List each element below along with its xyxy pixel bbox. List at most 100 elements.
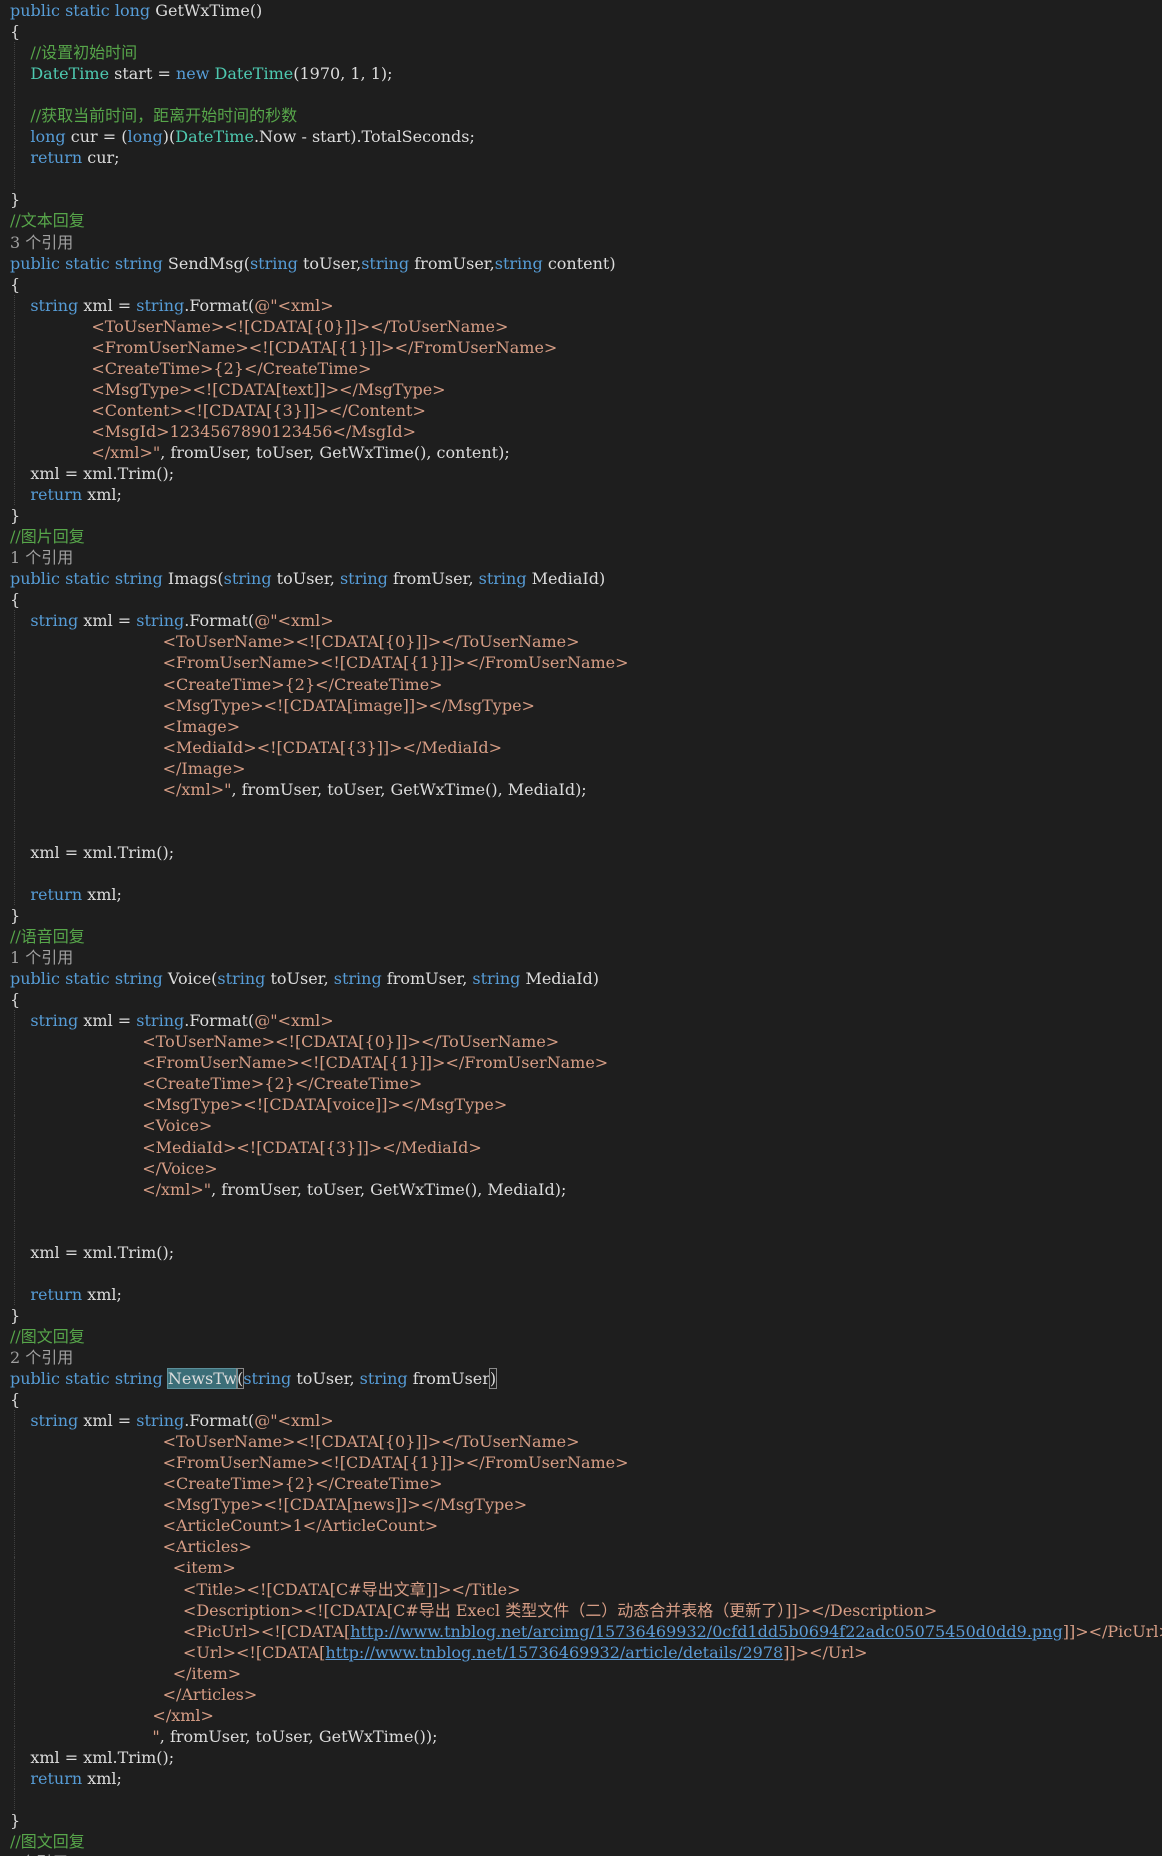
code-line[interactable]: xml = xml.Trim(); <box>0 1241 1162 1263</box>
code-line[interactable]: <Url><![CDATA[http://www.tnblog.net/1573… <box>0 1641 1162 1663</box>
code-line[interactable]: 1 个引用 <box>0 547 1162 568</box>
code-line[interactable]: return cur; <box>0 147 1162 169</box>
code-line[interactable]: <PicUrl><![CDATA[http://www.tnblog.net/a… <box>0 1620 1162 1642</box>
url-link[interactable]: http://www.tnblog.net/arcimg/15736469932… <box>350 1622 1062 1641</box>
code-line[interactable]: <Content><![CDATA[{3}]]></Content> <box>0 399 1162 421</box>
code-line[interactable]: string xml = string.Format(@"<xml> <box>0 1010 1162 1032</box>
code-line[interactable]: <CreateTime>{2}</CreateTime> <box>0 357 1162 379</box>
code-line[interactable]: } <box>0 189 1162 210</box>
code-line[interactable]: //图文回复 <box>0 1326 1162 1347</box>
code-line[interactable]: <FromUserName><![CDATA[{1}]]></FromUserN… <box>0 1052 1162 1074</box>
code-line[interactable]: //获取当前时间，距离开始时间的秒数 <box>0 105 1162 127</box>
code-line[interactable]: </Voice> <box>0 1157 1162 1179</box>
code-line[interactable]: } <box>0 905 1162 926</box>
code-line[interactable]: </xml>", fromUser, toUser, GetWxTime(), … <box>0 778 1162 800</box>
code-line[interactable]: </Image> <box>0 757 1162 779</box>
code-line[interactable] <box>0 1199 1162 1221</box>
code-line[interactable]: <ToUserName><![CDATA[{0}]]></ToUserName> <box>0 1031 1162 1053</box>
code-line[interactable]: //图片回复 <box>0 526 1162 547</box>
code-line[interactable] <box>0 84 1162 106</box>
code-line[interactable]: <MsgType><![CDATA[news]]></MsgType> <box>0 1494 1162 1516</box>
indent-guide <box>14 484 15 506</box>
code-line[interactable]: <CreateTime>{2}</CreateTime> <box>0 673 1162 695</box>
code-line[interactable]: } <box>0 505 1162 526</box>
code-line[interactable]: 个引用 <box>0 1852 1162 1856</box>
indent-guide <box>14 1073 15 1095</box>
code-line[interactable]: ", fromUser, toUser, GetWxTime()); <box>0 1725 1162 1747</box>
code-line[interactable]: string xml = string.Format(@"<xml> <box>0 1410 1162 1432</box>
code-token: MediaId) <box>525 969 600 989</box>
code-editor[interactable]: public static long GetWxTime(){ //设置初始时间… <box>0 0 1162 1856</box>
code-line[interactable]: <MsgType><![CDATA[voice]]></MsgType> <box>0 1094 1162 1116</box>
code-line[interactable]: <FromUserName><![CDATA[{1}]]></FromUserN… <box>0 336 1162 358</box>
code-line[interactable] <box>0 820 1162 842</box>
code-line[interactable]: <Voice> <box>0 1115 1162 1137</box>
code-line[interactable]: public static string Voice(string toUser… <box>0 968 1162 989</box>
code-line[interactable]: { <box>0 989 1162 1010</box>
code-line[interactable]: 1 个引用 <box>0 947 1162 968</box>
indent-guide <box>14 883 15 906</box>
code-line[interactable]: <Title><![CDATA[C#导出文章]]></Title> <box>0 1578 1162 1600</box>
code-line[interactable]: <MsgId>1234567890123456</MsgId> <box>0 420 1162 442</box>
code-line[interactable] <box>0 168 1162 190</box>
code-line[interactable] <box>0 799 1162 821</box>
code-line[interactable]: <Articles> <box>0 1536 1162 1558</box>
code-line[interactable]: { <box>0 274 1162 295</box>
code-line[interactable]: return xml; <box>0 1283 1162 1305</box>
code-line[interactable]: 3 个引用 <box>0 232 1162 253</box>
code-line[interactable]: <FromUserName><![CDATA[{1}]]></FromUserN… <box>0 652 1162 674</box>
code-line[interactable] <box>0 1262 1162 1284</box>
code-line[interactable]: { <box>0 1389 1162 1410</box>
code-line[interactable] <box>0 1220 1162 1242</box>
code-line[interactable]: <FromUserName><![CDATA[{1}]]></FromUserN… <box>0 1452 1162 1474</box>
code-line[interactable]: <Description><![CDATA[C#导出 Execl 类型文件（二）… <box>0 1599 1162 1621</box>
code-line[interactable]: public static string SendMsg(string toUs… <box>0 253 1162 274</box>
code-line[interactable]: xml = xml.Trim(); <box>0 841 1162 863</box>
code-line[interactable]: 2 个引用 <box>0 1347 1162 1368</box>
code-line[interactable]: <ArticleCount>1</ArticleCount> <box>0 1515 1162 1537</box>
code-line[interactable]: return xml; <box>0 1767 1162 1789</box>
code-line[interactable]: </item> <box>0 1662 1162 1684</box>
code-line[interactable]: </xml>", fromUser, toUser, GetWxTime(), … <box>0 1178 1162 1200</box>
code-line[interactable]: xml = xml.Trim(); <box>0 1746 1162 1768</box>
code-line[interactable]: { <box>0 21 1162 42</box>
code-line[interactable]: //图文回复 <box>0 1831 1162 1852</box>
code-line[interactable]: <CreateTime>{2}</CreateTime> <box>0 1073 1162 1095</box>
code-line[interactable]: string xml = string.Format(@"<xml> <box>0 610 1162 632</box>
code-line[interactable]: <ToUserName><![CDATA[{0}]]></ToUserName> <box>0 1431 1162 1453</box>
code-line[interactable]: <Image> <box>0 715 1162 737</box>
code-line[interactable]: <MsgType><![CDATA[image]]></MsgType> <box>0 694 1162 716</box>
url-link[interactable]: http://www.tnblog.net/15736469932/articl… <box>325 1643 783 1662</box>
code-line[interactable]: <ToUserName><![CDATA[{0}]]></ToUserName> <box>0 315 1162 337</box>
code-line[interactable]: return xml; <box>0 484 1162 506</box>
code-line[interactable]: </xml>", fromUser, toUser, GetWxTime(), … <box>0 441 1162 464</box>
code-line[interactable]: { <box>0 589 1162 610</box>
code-line[interactable]: //文本回复 <box>0 210 1162 231</box>
code-line[interactable] <box>0 1788 1162 1811</box>
code-line[interactable]: return xml; <box>0 883 1162 906</box>
code-line[interactable]: <item> <box>0 1557 1162 1579</box>
code-line[interactable]: xml = xml.Trim(); <box>0 463 1162 485</box>
code-line[interactable]: <MediaId><![CDATA[{3}]]></MediaId> <box>0 736 1162 758</box>
code-line[interactable]: //设置初始时间 <box>0 42 1162 64</box>
code-token: public static string <box>10 969 168 989</box>
code-line[interactable]: <MediaId><![CDATA[{3}]]></MediaId> <box>0 1136 1162 1158</box>
code-line[interactable]: <CreateTime>{2}</CreateTime> <box>0 1473 1162 1495</box>
code-area[interactable]: public static long GetWxTime(){ //设置初始时间… <box>0 0 1162 1856</box>
code-line[interactable]: string xml = string.Format(@"<xml> <box>0 294 1162 316</box>
code-line[interactable]: DateTime start = new DateTime(1970, 1, 1… <box>0 63 1162 85</box>
code-line[interactable]: </Articles> <box>0 1683 1162 1705</box>
code-token: string <box>10 1011 84 1031</box>
indent-guide <box>14 441 15 464</box>
code-line[interactable]: } <box>0 1810 1162 1831</box>
code-line[interactable]: //语音回复 <box>0 926 1162 947</box>
code-line[interactable]: long cur = (long)(DateTime.Now - start).… <box>0 126 1162 148</box>
code-line[interactable]: public static long GetWxTime() <box>0 0 1162 21</box>
code-line[interactable]: public static string Imags(string toUser… <box>0 568 1162 589</box>
code-line[interactable] <box>0 862 1162 884</box>
code-line[interactable]: <ToUserName><![CDATA[{0}]]></ToUserName> <box>0 631 1162 653</box>
code-line[interactable]: public static string NewsTw(string toUse… <box>0 1368 1162 1390</box>
code-line[interactable]: <MsgType><![CDATA[text]]></MsgType> <box>0 378 1162 400</box>
code-line[interactable]: </xml> <box>0 1704 1162 1726</box>
code-line[interactable]: } <box>0 1305 1162 1326</box>
